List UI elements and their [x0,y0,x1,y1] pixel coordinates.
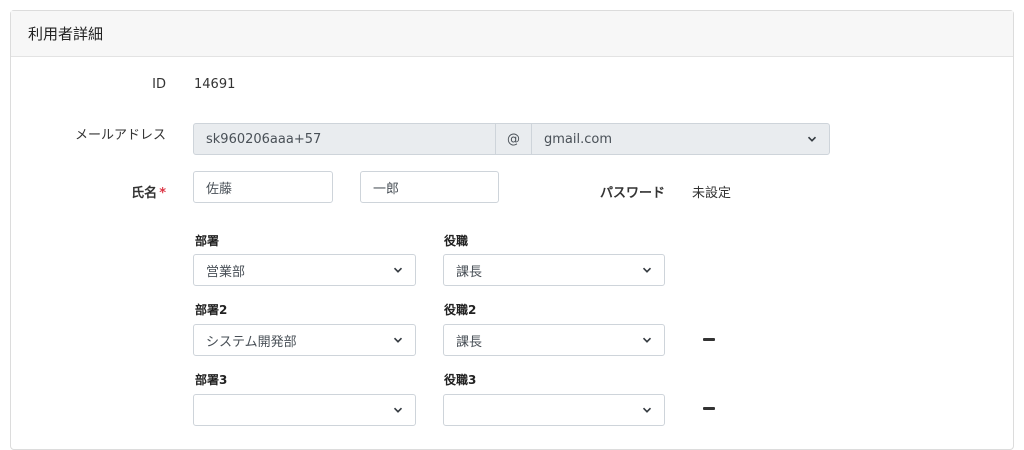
dept-select[interactable]: 営業部 [193,254,416,286]
id-value: 14691 [194,77,236,92]
email-domain-value: gmail.com [544,131,613,147]
role-select-value: 課長 [456,264,483,280]
role-select[interactable]: 課長 [443,254,665,286]
dept3-select[interactable] [193,394,416,426]
first-name-value: 一郎 [373,181,400,197]
name-label-text: 氏名 [131,186,158,201]
chevron-down-icon [642,337,652,343]
id-label: ID [152,77,166,92]
remove-row3-minus-icon[interactable] [703,407,715,410]
dept-select-value: 営業部 [206,264,246,280]
required-mark: * [159,186,166,201]
last-name-value: 佐藤 [206,181,233,197]
chevron-down-icon [642,407,652,413]
name-label: 氏名 * [100,182,166,201]
role-label: 役職 [444,234,469,248]
chevron-down-icon [642,267,652,273]
page-title: 利用者詳細 [28,25,104,43]
email-local-value: sk960206aaa+57 [206,131,322,147]
dept2-select-value: システム開発部 [206,334,297,350]
email-at-addon: @ [495,123,532,155]
role2-label: 役職2 [444,303,477,317]
role3-label: 役職3 [444,373,477,387]
role3-select[interactable] [443,394,665,426]
user-detail-card: 利用者詳細 [10,10,1014,450]
dept2-label: 部署2 [195,303,228,317]
dept2-select[interactable]: システム開発部 [193,324,416,356]
password-status: 未設定 [692,186,732,201]
dept-label: 部署 [195,234,220,248]
email-local-input[interactable]: sk960206aaa+57 [193,123,496,155]
first-name-input[interactable]: 一郎 [360,171,499,203]
chevron-down-icon [807,136,817,142]
chevron-down-icon [393,267,403,273]
dept3-label: 部署3 [195,373,228,387]
chevron-down-icon [393,337,403,343]
last-name-input[interactable]: 佐藤 [193,171,333,203]
password-label: パスワード [600,186,666,201]
at-sign: @ [507,131,520,147]
card-header: 利用者詳細 [11,11,1013,57]
role2-select[interactable]: 課長 [443,324,665,356]
email-domain-select[interactable]: gmail.com [531,123,830,155]
email-label: メールアドレス [74,128,166,143]
chevron-down-icon [393,407,403,413]
remove-row2-minus-icon[interactable] [703,338,715,341]
role2-select-value: 課長 [456,334,483,350]
